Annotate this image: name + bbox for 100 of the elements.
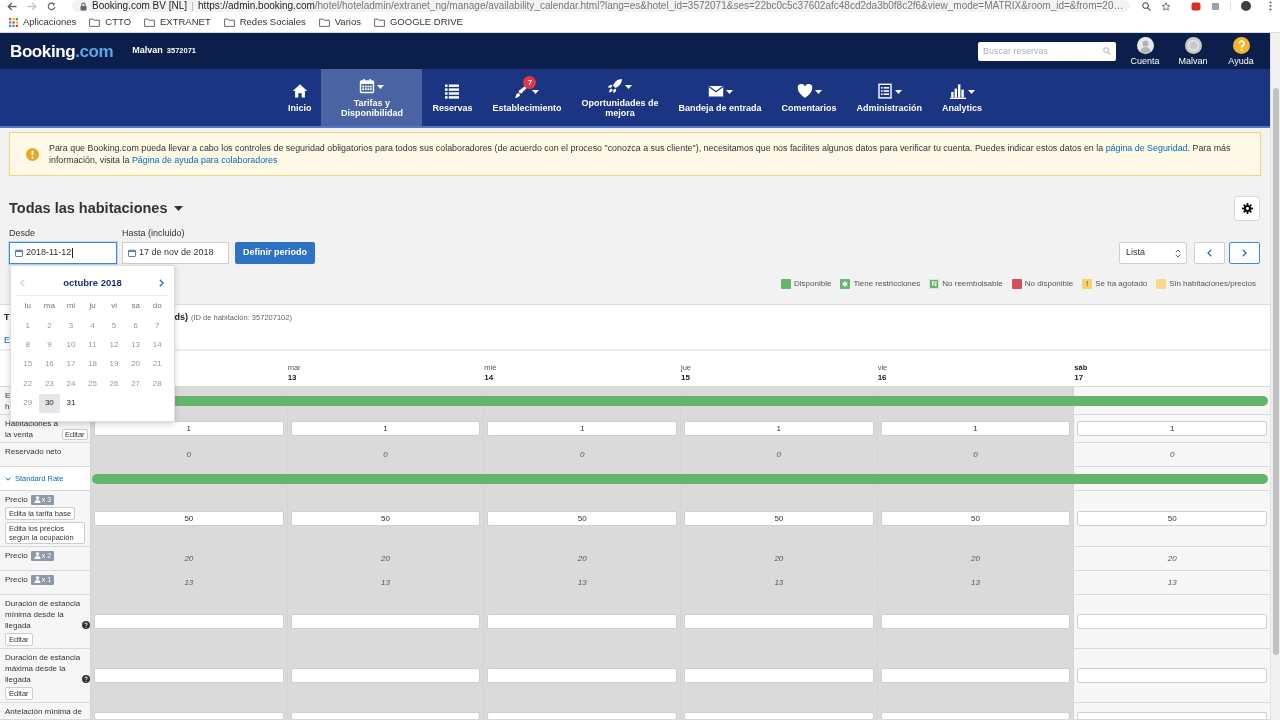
day-date: 16 <box>877 373 887 383</box>
input-field[interactable] <box>290 668 481 683</box>
input-field[interactable] <box>290 614 481 629</box>
forward-arrow-icon[interactable] <box>27 1 37 11</box>
caret-icon[interactable] <box>174 206 184 211</box>
nav-tab[interactable]: Oportunidades de mejora <box>571 69 669 126</box>
header-menu[interactable]: Cuenta <box>1121 36 1169 66</box>
folder-icon <box>144 17 156 27</box>
nav-tab[interactable]: Comentarios <box>771 69 847 126</box>
input-field[interactable] <box>1077 614 1267 629</box>
input-field[interactable] <box>94 614 284 629</box>
input-field[interactable] <box>684 712 874 719</box>
input-field[interactable] <box>487 614 677 629</box>
bookmark[interactable]: EXTRANET <box>144 16 211 28</box>
star-icon[interactable] <box>1161 1 1171 11</box>
input-field[interactable] <box>1077 668 1267 683</box>
more-icon[interactable] <box>1269 1 1272 11</box>
input-field[interactable] <box>487 668 677 683</box>
row-label: Precio <box>5 574 28 585</box>
nav-tab[interactable]: Administración <box>846 69 933 126</box>
input-field[interactable] <box>1077 712 1267 719</box>
link[interactable]: E <box>4 333 10 347</box>
logo[interactable]: Booking.com <box>10 42 114 60</box>
row-label: E h <box>5 390 11 412</box>
input-field[interactable] <box>684 668 874 683</box>
apps-grid-icon <box>9 17 18 27</box>
date-field[interactable]: 17 de nov de 2018 <box>122 242 229 264</box>
heart-icon <box>796 83 813 99</box>
address-url: https://admin.booking.com/hotel/hoteladmin/extranet_ng/manage/availability_calendar.html?lang=es&hotel_id=3572071&ses=22bc0c5c37602afc48cd2da3b0f8c2f6&view_mode=MATRIX&room_id=&from=20… <box>198 0 1124 12</box>
settings-button[interactable] <box>1234 196 1260 221</box>
input-field[interactable] <box>684 614 874 629</box>
rocket-icon <box>607 78 624 94</box>
avatar-icon[interactable] <box>1241 1 1251 11</box>
input-field[interactable] <box>880 668 1071 683</box>
up-down-icon <box>1175 248 1181 258</box>
input-field[interactable] <box>880 712 1071 719</box>
value-field[interactable]: 50 <box>1077 511 1267 526</box>
calendar-day[interactable]: 31 <box>60 393 82 413</box>
calendar-day[interactable]: 30 <box>38 393 61 413</box>
scrollbar-thumb[interactable] <box>1272 88 1279 655</box>
value-field[interactable]: 1 <box>1077 421 1267 436</box>
table-cell: 0 <box>286 443 484 466</box>
value-field[interactable]: 1 <box>487 421 677 436</box>
bookmark[interactable]: CTTO <box>89 16 132 28</box>
weekday-label: sa <box>130 300 141 312</box>
view-select[interactable]: Lista <box>1119 242 1187 264</box>
nav-tab[interactable]: 7 Establecimiento <box>482 69 572 126</box>
define-period-button[interactable]: Definir periodo <box>235 242 315 264</box>
nav-tab[interactable]: Bandeja de entrada <box>668 69 772 126</box>
nav-tab[interactable]: Tarifas y Disponibilidad <box>321 69 423 126</box>
bookmark[interactable]: GOOGLE DRIVE <box>373 16 463 28</box>
value-field[interactable]: 1 <box>684 421 874 436</box>
value-field[interactable]: 50 <box>880 511 1071 526</box>
header-menu[interactable]: Ayuda <box>1217 36 1265 66</box>
count-badge: 7 <box>523 76 537 89</box>
value-field[interactable]: 1 <box>290 421 481 436</box>
account-icon <box>1136 36 1154 54</box>
nav-tab[interactable]: Analytics <box>932 69 993 126</box>
value-field[interactable]: 50 <box>684 511 874 526</box>
row-label: Antelación mínima de <box>5 707 82 716</box>
field-label: Desde <box>9 228 36 238</box>
weekday-label: do <box>151 300 163 312</box>
reload-icon[interactable] <box>47 1 56 11</box>
next-button[interactable] <box>1229 242 1260 264</box>
row-label: Duración de estancia mínima desde la llegada <box>5 598 81 631</box>
input-field[interactable] <box>880 614 1071 629</box>
table-cell: 13 <box>90 571 287 594</box>
search-icon[interactable] <box>1142 1 1151 11</box>
value-field[interactable]: 1 <box>880 421 1071 436</box>
value-field[interactable]: 1 <box>94 421 284 436</box>
back-arrow-icon[interactable] <box>7 1 17 11</box>
input-field[interactable] <box>94 712 284 719</box>
search-field[interactable]: Buscar reservas <box>978 41 1116 61</box>
date-field[interactable]: 2018-11-12 <box>9 242 117 264</box>
text-cursor-icon <box>72 248 74 258</box>
legend-label: Disponible <box>794 277 832 290</box>
link[interactable]: página de Seguridad <box>1105 143 1188 153</box>
nav-tab[interactable]: Reservas <box>422 69 483 126</box>
bookmark[interactable]: Redes Sociales <box>223 16 306 28</box>
day-date: 14 <box>484 373 494 383</box>
input-field[interactable] <box>290 712 481 719</box>
scrollbar[interactable] <box>1270 33 1280 720</box>
value-field[interactable]: 50 <box>487 511 677 526</box>
value-field[interactable]: 50 <box>290 511 481 526</box>
bookmark[interactable]: Varios <box>318 16 361 28</box>
value-field[interactable]: 50 <box>94 511 284 526</box>
link[interactable]: Página de ayuda para colaboradores <box>131 155 278 165</box>
person-icon <box>33 496 41 503</box>
property-name: Malvan <box>132 44 163 58</box>
table-cell: 0 <box>876 443 1074 466</box>
field-label: Hasta (incluido) <box>122 228 186 238</box>
previous-button[interactable] <box>1194 242 1225 264</box>
input-field[interactable] <box>94 668 284 683</box>
page-title: Todas las habitaciones <box>9 201 168 216</box>
header-menu[interactable]: Malvan <box>1169 36 1217 66</box>
next-month-button[interactable] <box>159 279 165 287</box>
bookmark[interactable]: Aplicaciones <box>9 16 77 28</box>
input-field[interactable] <box>487 712 677 719</box>
nav-tab[interactable]: Inicio <box>277 69 322 126</box>
table-cell: 20 <box>286 547 484 570</box>
